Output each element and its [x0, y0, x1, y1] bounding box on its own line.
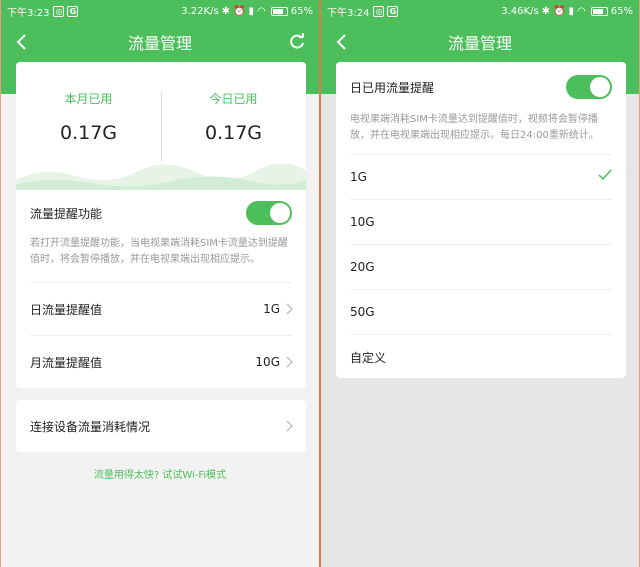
mountain-decoration — [16, 163, 306, 190]
check-icon — [598, 169, 612, 181]
title-bar: 流量管理 — [1, 26, 319, 58]
title-bar: 流量管理 — [321, 26, 639, 58]
daily-alert-description: 电视果端消耗SIM卡流量达到提醒值时，视频将会暂停播放，并在电视果端出现相应提示… — [350, 114, 599, 141]
option-label: 1G — [350, 170, 367, 184]
alert-function-row: 流量提醒功能 — [16, 190, 306, 236]
option-label: 自定义 — [350, 350, 387, 365]
daily-alert-dialog: 日已用流量提醒 电视果端消耗SIM卡流量达到提醒值时，视频将会暂停播放，并在电视… — [336, 62, 626, 378]
today-usage-value: 0.17G — [204, 122, 263, 144]
signal-icon: ▮ — [568, 5, 575, 17]
chevron-right-icon — [286, 303, 293, 315]
monthly-limit-row[interactable]: 月流量提醒值 10G — [16, 336, 306, 388]
daily-limit-label: 日流量提醒值 — [30, 302, 103, 317]
status-time: 下午3:24 — [327, 7, 370, 19]
today-usage-label: 今日已用 — [209, 92, 258, 106]
wifi-icon: ◠ — [577, 5, 586, 17]
usage-card: 本月已用 0.17G 今日已用 0.17G 流量提醒功能 若打开流量提醒功能，当… — [16, 62, 306, 388]
month-usage-label: 本月已用 — [64, 92, 113, 106]
back-arrow-icon[interactable] — [333, 32, 351, 52]
daily-limit-value: 1G — [263, 302, 280, 316]
chevron-right-icon — [286, 356, 293, 368]
chevron-right-icon — [286, 420, 293, 432]
bluetooth-icon: ✱ — [221, 5, 231, 17]
monthly-limit-value: 10G — [255, 355, 280, 369]
usage-summary: 本月已用 0.17G 今日已用 0.17G — [16, 62, 306, 190]
option-10g[interactable]: 10G — [336, 200, 626, 244]
alarm-icon: ⏰ — [553, 5, 566, 17]
alarm-icon: ⏰ — [233, 5, 246, 17]
page-title: 流量管理 — [447, 34, 512, 53]
device-usage-card[interactable]: 连接设备流量消耗情况 — [16, 400, 306, 452]
today-usage: 今日已用 0.17G — [161, 62, 306, 144]
wifi-icon: ◠ — [257, 5, 266, 17]
right-screen: 下午3:24 ◎ G 3.46K/s ✱ ⏰ ▮ ◠ 65% 流量管理 日已用流… — [321, 0, 639, 567]
option-label: 50G — [350, 305, 375, 319]
bluetooth-icon: ✱ — [541, 5, 551, 17]
daily-limit-row[interactable]: 日流量提醒值 1G — [16, 283, 306, 335]
wifi-mode-link[interactable]: 流量用得太快? 试试Wi-Fi模式 — [1, 466, 319, 481]
monthly-limit-label: 月流量提醒值 — [30, 355, 103, 370]
notification-icon: ◎ — [53, 5, 65, 17]
option-label: 10G — [350, 215, 375, 229]
daily-alert-label: 日已用流量提醒 — [350, 80, 435, 95]
status-bar: 下午3:24 ◎ G 3.46K/s ✱ ⏰ ▮ ◠ 65% — [321, 0, 639, 22]
option-custom[interactable]: 自定义 — [336, 335, 626, 379]
g-app-icon: G — [67, 5, 79, 17]
alert-description: 若打开流量提醒功能，当电视果端消耗SIM卡流量达到提醒值时，将会暂停播放，并在电… — [30, 238, 288, 265]
battery-icon — [590, 6, 608, 16]
network-speed: 3.46K/s — [501, 5, 539, 17]
month-usage: 本月已用 0.17G — [16, 62, 161, 144]
option-50g[interactable]: 50G — [336, 290, 626, 334]
network-speed: 3.22K/s — [181, 5, 219, 17]
alert-function-label: 流量提醒功能 — [30, 206, 103, 221]
battery-percent: 65% — [610, 5, 633, 17]
daily-alert-row: 日已用流量提醒 — [336, 62, 626, 112]
page-title: 流量管理 — [127, 34, 192, 53]
option-label: 20G — [350, 260, 375, 274]
battery-percent: 65% — [290, 5, 313, 17]
notification-icon: ◎ — [373, 5, 385, 17]
daily-alert-toggle[interactable] — [566, 75, 612, 99]
device-usage-label: 连接设备流量消耗情况 — [30, 419, 151, 434]
status-time: 下午3:23 — [7, 7, 50, 19]
month-usage-value: 0.17G — [59, 122, 118, 144]
device-usage-row[interactable]: 连接设备流量消耗情况 — [16, 400, 306, 452]
refresh-icon[interactable] — [287, 32, 307, 52]
status-bar: 下午3:23 ◎ G 3.22K/s ✱ ⏰ ▮ ◠ 65% — [1, 0, 319, 22]
battery-icon — [270, 6, 288, 16]
alert-function-toggle[interactable] — [246, 201, 292, 225]
signal-icon: ▮ — [248, 5, 255, 17]
back-arrow-icon[interactable] — [13, 32, 31, 52]
option-20g[interactable]: 20G — [336, 245, 626, 289]
g-app-icon: G — [387, 5, 399, 17]
left-screen: 下午3:23 ◎ G 3.22K/s ✱ ⏰ ▮ ◠ 65% 流量管理 本月已用… — [1, 0, 319, 567]
option-1g[interactable]: 1G — [336, 155, 626, 199]
